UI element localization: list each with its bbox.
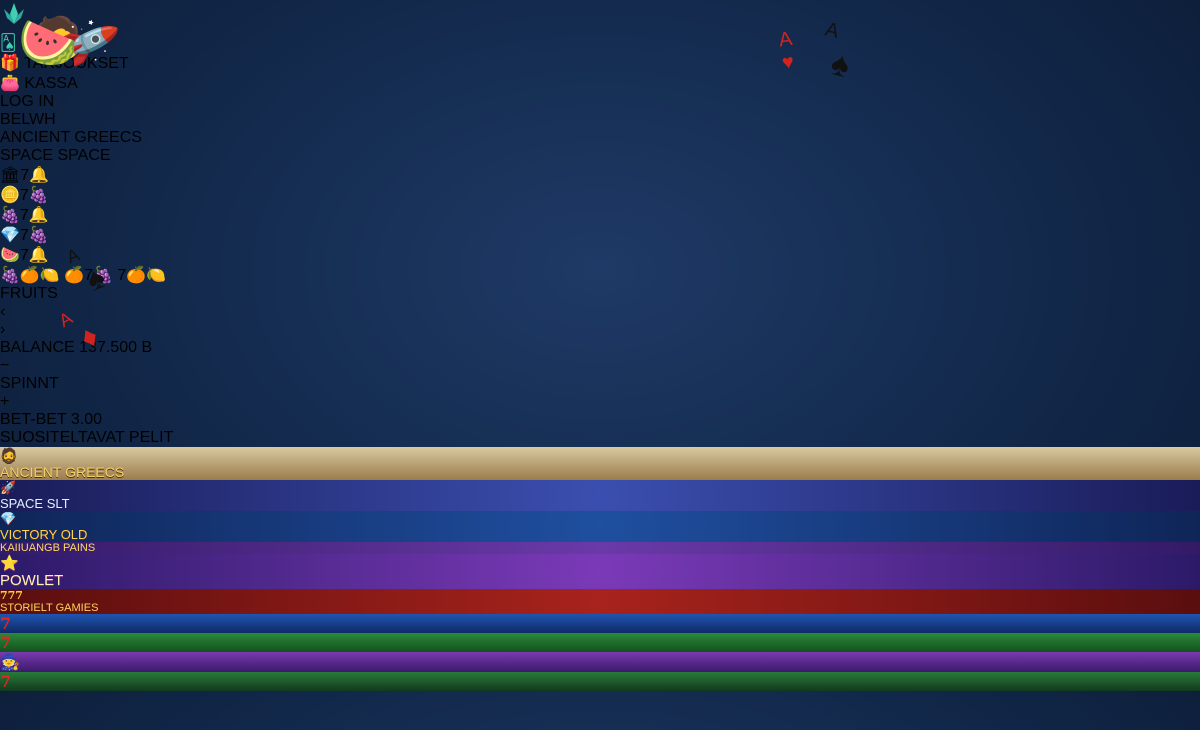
wallet-icon: 👛 — [0, 75, 20, 92]
bet-label: BET-BET — [0, 411, 67, 428]
game-tile-fruit-slot[interactable]: 🍇🍊🍋 🍊7🍇 7🍊🍋 — [0, 265, 1200, 285]
cards-icon: 🂡 — [0, 35, 17, 52]
zeus-icon: 🧔 — [0, 447, 18, 463]
gift-icon: 🎁 — [0, 55, 20, 72]
roulette-wheel-bottom-right — [920, 470, 1180, 730]
game-title: POWLET — [0, 572, 64, 589]
bet-value: 3.00 — [70, 411, 102, 428]
decrease-bet-button[interactable]: − — [0, 357, 1200, 375]
increase-bet-button[interactable]: + — [0, 393, 1200, 411]
roulette-wheel-left — [62, 440, 192, 570]
carousel-prev-button[interactable]: ‹ — [0, 303, 1200, 321]
tab-label: KASSA — [24, 75, 78, 92]
bet-display: BET-BET 3.00 — [0, 411, 188, 429]
section-title: SUOSITELTAVAT PELIT — [0, 429, 174, 446]
watermelon-icon: 🍉 — [18, 17, 78, 70]
reel: 🍉7🔔 — [0, 247, 49, 264]
poker-chip-bottom — [296, 590, 412, 680]
poker-chip-right — [1012, 152, 1084, 214]
game-title: STORIELT GAMIES — [0, 602, 99, 614]
game-title: FRUITS — [0, 285, 58, 302]
chevron-left-icon: ‹ — [0, 303, 6, 320]
chevron-right-icon: › — [0, 321, 6, 338]
spin-button[interactable]: SPINNT — [0, 375, 1200, 393]
balance-label: BALANCE — [0, 339, 75, 356]
carousel-next-button[interactable]: › — [0, 321, 1200, 339]
roulette-wheel-top-left — [302, 24, 402, 96]
dice-icon — [1087, 309, 1149, 371]
game-title: SPACE SLT — [0, 496, 70, 511]
game-tile-fruits[interactable]: 🍉 FRUITS — [0, 17, 1200, 303]
reel: 💎7🍇 — [0, 227, 49, 244]
fruit-symbol-grid: 🍇🍊🍋 🍊7🍇 7🍊🍋 — [0, 267, 167, 284]
